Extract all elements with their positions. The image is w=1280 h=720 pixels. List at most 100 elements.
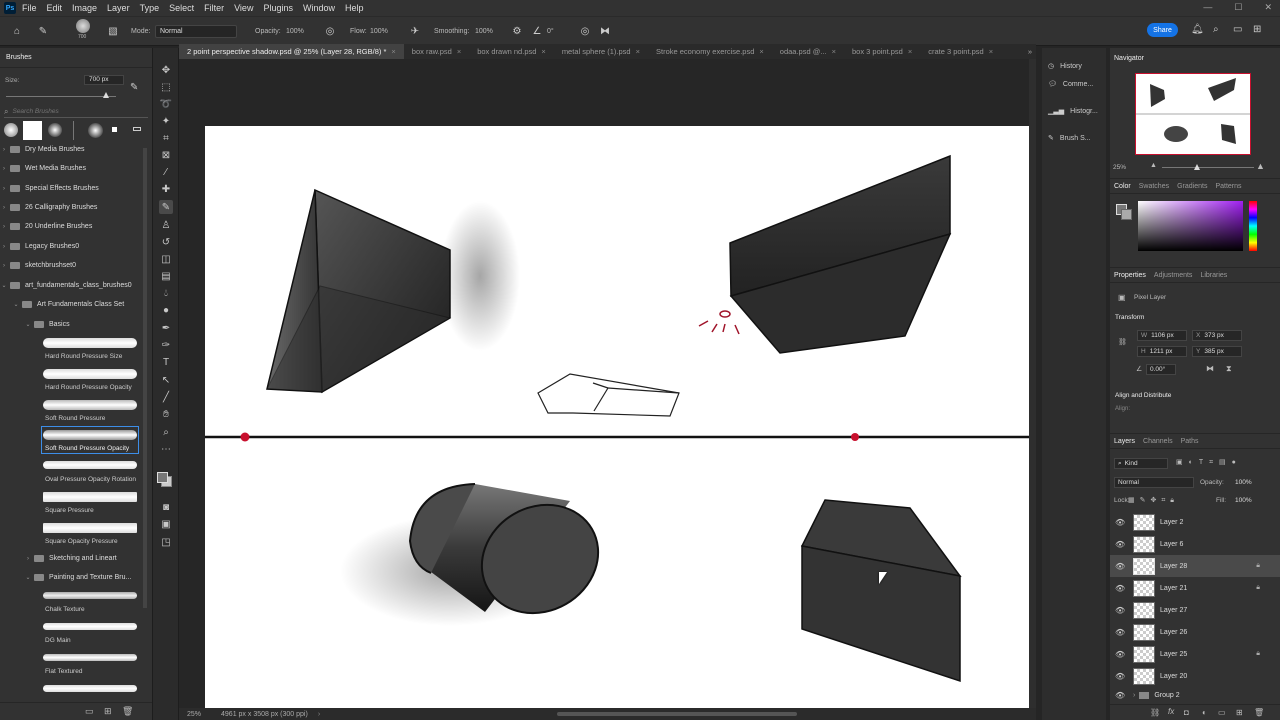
tab-navigator[interactable]: Navigator <box>1114 55 1144 62</box>
blur-tool-icon[interactable]: 💧︎ <box>159 286 173 300</box>
flip-vertical-icon[interactable]: ⧗ <box>1226 364 1232 374</box>
tab-adjustments[interactable]: Adjustments <box>1154 272 1193 279</box>
brush-stroke-preview[interactable] <box>43 654 137 661</box>
magic-wand-icon[interactable]: ✦ <box>159 114 173 128</box>
brush-item[interactable]: Square Opacity Pressure <box>45 538 118 545</box>
brush-stroke-preview[interactable] <box>43 523 137 533</box>
dock-brush-settings[interactable]: ✎ Brush S... <box>1048 129 1091 147</box>
tab-channels[interactable]: Channels <box>1143 438 1173 445</box>
folder-sketchbrushset[interactable]: › sketchbrushset0 <box>0 256 148 275</box>
history-brush-icon[interactable]: ↺ <box>159 235 173 249</box>
new-layer-icon[interactable]: ⊞ <box>1236 708 1243 717</box>
tab-color[interactable]: Color <box>1114 183 1131 190</box>
menu-image[interactable]: Image <box>72 3 97 13</box>
layer-row[interactable]: 👁︎ Layer 2 <box>1110 511 1280 533</box>
y-field[interactable]: Y 385 px <box>1192 346 1242 357</box>
brush-stroke-preview[interactable] <box>43 685 137 692</box>
zoom-level[interactable]: 25% <box>187 711 201 718</box>
menu-select[interactable]: Select <box>169 3 194 13</box>
brush-stroke-preview[interactable] <box>43 492 137 502</box>
tab-document[interactable]: box raw.psd × <box>404 44 469 59</box>
edit-toolbar-icon[interactable]: ◳ <box>159 535 173 549</box>
horizontal-scrollbar[interactable] <box>557 712 797 716</box>
layer-row[interactable]: 👁︎ Layer 21 🔒︎ <box>1110 577 1280 599</box>
brush-item[interactable]: Hard Round Pressure Size <box>45 353 122 360</box>
hand-tool-icon[interactable]: ✋︎ <box>159 407 173 421</box>
brush-stroke-preview[interactable] <box>43 623 137 630</box>
brush-settings-icon[interactable]: ▧ <box>106 24 120 38</box>
dock-comments[interactable]: 💬︎ Comme... <box>1048 75 1093 93</box>
zoom-in-icon[interactable]: ▲ <box>1256 161 1265 171</box>
layer-filter-select[interactable]: ⌕ Kind <box>1114 458 1168 469</box>
align-distribute-header[interactable]: Align and Distribute <box>1115 392 1171 399</box>
symmetry-icon[interactable]: ⧓ <box>598 24 612 38</box>
folder-new-icon[interactable]: ▭ <box>85 706 94 717</box>
folder-wet-media[interactable]: › Wet Media Brushes <box>0 159 148 178</box>
eye-icon[interactable]: 👁︎ <box>1115 672 1127 681</box>
eye-icon[interactable]: 👁︎ <box>1115 540 1127 549</box>
folder-underline[interactable]: › 20 Underline Brushes <box>0 217 148 236</box>
brush-edit-icon[interactable]: ✎ <box>130 82 142 94</box>
close-icon[interactable]: × <box>759 47 763 56</box>
width-field[interactable]: W 1106 px <box>1137 330 1187 341</box>
pressure-size-icon[interactable]: ◎ <box>578 24 592 38</box>
tab-patterns[interactable]: Patterns <box>1215 183 1241 190</box>
x-field[interactable]: X 373 px <box>1192 330 1242 341</box>
flow-value[interactable]: 100% <box>370 28 388 35</box>
zoom-out-icon[interactable]: ▲ <box>1150 162 1157 169</box>
folder-calligraphy[interactable]: › 26 Calligraphy Brushes <box>0 198 148 217</box>
navigator-zoom-slider[interactable] <box>1162 167 1254 168</box>
layer-filter-icons[interactable]: ▣◐T⌗▤● <box>1176 458 1242 467</box>
brush-stroke-preview[interactable] <box>43 430 137 440</box>
vanishing-point-left[interactable] <box>240 432 250 442</box>
layer-row-selected[interactable]: 👁︎ Layer 28 🔒︎ <box>1110 555 1280 577</box>
quick-mask-icon[interactable]: ◙ <box>159 500 173 514</box>
layer-row[interactable]: 👁︎ Layer 26 <box>1110 621 1280 643</box>
arrange-icon[interactable]: ⊞ <box>1253 24 1261 35</box>
eye-icon[interactable]: 👁︎ <box>1115 606 1127 615</box>
color-background[interactable] <box>1121 209 1132 220</box>
menu-filter[interactable]: Filter <box>204 3 224 13</box>
menu-help[interactable]: Help <box>345 3 364 13</box>
brush-item[interactable]: Chalk Texture <box>45 606 85 613</box>
menu-plugins[interactable]: Plugins <box>263 3 293 13</box>
tab-swatches[interactable]: Swatches <box>1139 183 1169 190</box>
opacity-value[interactable]: 100% <box>286 28 304 35</box>
tab-layers[interactable]: Layers <box>1114 438 1135 445</box>
tab-libraries[interactable]: Libraries <box>1200 272 1227 279</box>
minimize-icon[interactable]: — <box>1203 2 1212 13</box>
mask-icon[interactable]: ◘ <box>1184 708 1189 717</box>
zoom-tool-icon[interactable]: ⌕ <box>159 425 173 439</box>
angle-field[interactable]: 0.00° <box>1146 364 1176 375</box>
size-value-field[interactable]: 700 px <box>84 75 124 85</box>
tab-document[interactable]: crate 3 point.psd × <box>920 44 1001 59</box>
menu-type[interactable]: Type <box>140 3 160 13</box>
move-tool-icon[interactable]: ✥ <box>159 63 173 77</box>
dock-history[interactable]: ◷ History <box>1048 57 1082 75</box>
brush-item[interactable]: Square Pressure <box>45 507 94 514</box>
recent-brush-3[interactable] <box>48 123 62 137</box>
brush-item[interactable]: Soft Round Pressure <box>45 415 105 422</box>
tab-document[interactable]: box drawn nd.psd × <box>469 44 554 59</box>
more-tools-icon[interactable]: ⋯ <box>159 442 173 456</box>
canvas-area[interactable] <box>179 59 1029 708</box>
eye-icon[interactable]: 👁︎ <box>1115 628 1127 637</box>
folder-painting[interactable]: ⌄ Painting and Texture Bru... <box>0 568 148 587</box>
blend-mode-select[interactable]: Normal <box>1114 477 1194 488</box>
airbrush-icon[interactable]: ✈ <box>408 24 422 38</box>
close-icon[interactable]: × <box>989 47 993 56</box>
brush-tool-icon[interactable]: ✎ <box>36 24 50 38</box>
path-select-icon[interactable]: ↖ <box>159 373 173 387</box>
eye-icon[interactable]: 👁︎ <box>1115 691 1127 700</box>
add-icon[interactable]: ⊞ <box>104 706 112 717</box>
search-icon[interactable]: ⌕ <box>1213 24 1219 35</box>
menu-file[interactable]: File <box>22 3 37 13</box>
fill-value[interactable]: 100% <box>1235 497 1252 504</box>
menu-layer[interactable]: Layer <box>107 3 130 13</box>
gradient-tool-icon[interactable]: ▤ <box>159 269 173 283</box>
folder-art-fundamentals[interactable]: ⌄ art_fundamentals_class_brushes0 <box>0 276 148 295</box>
brushes-scrollbar[interactable] <box>143 148 147 608</box>
workspace-icon[interactable]: ▭ <box>1233 24 1242 35</box>
document-canvas[interactable] <box>205 126 1029 708</box>
stamp-tool-icon[interactable]: ♙ <box>159 218 173 232</box>
